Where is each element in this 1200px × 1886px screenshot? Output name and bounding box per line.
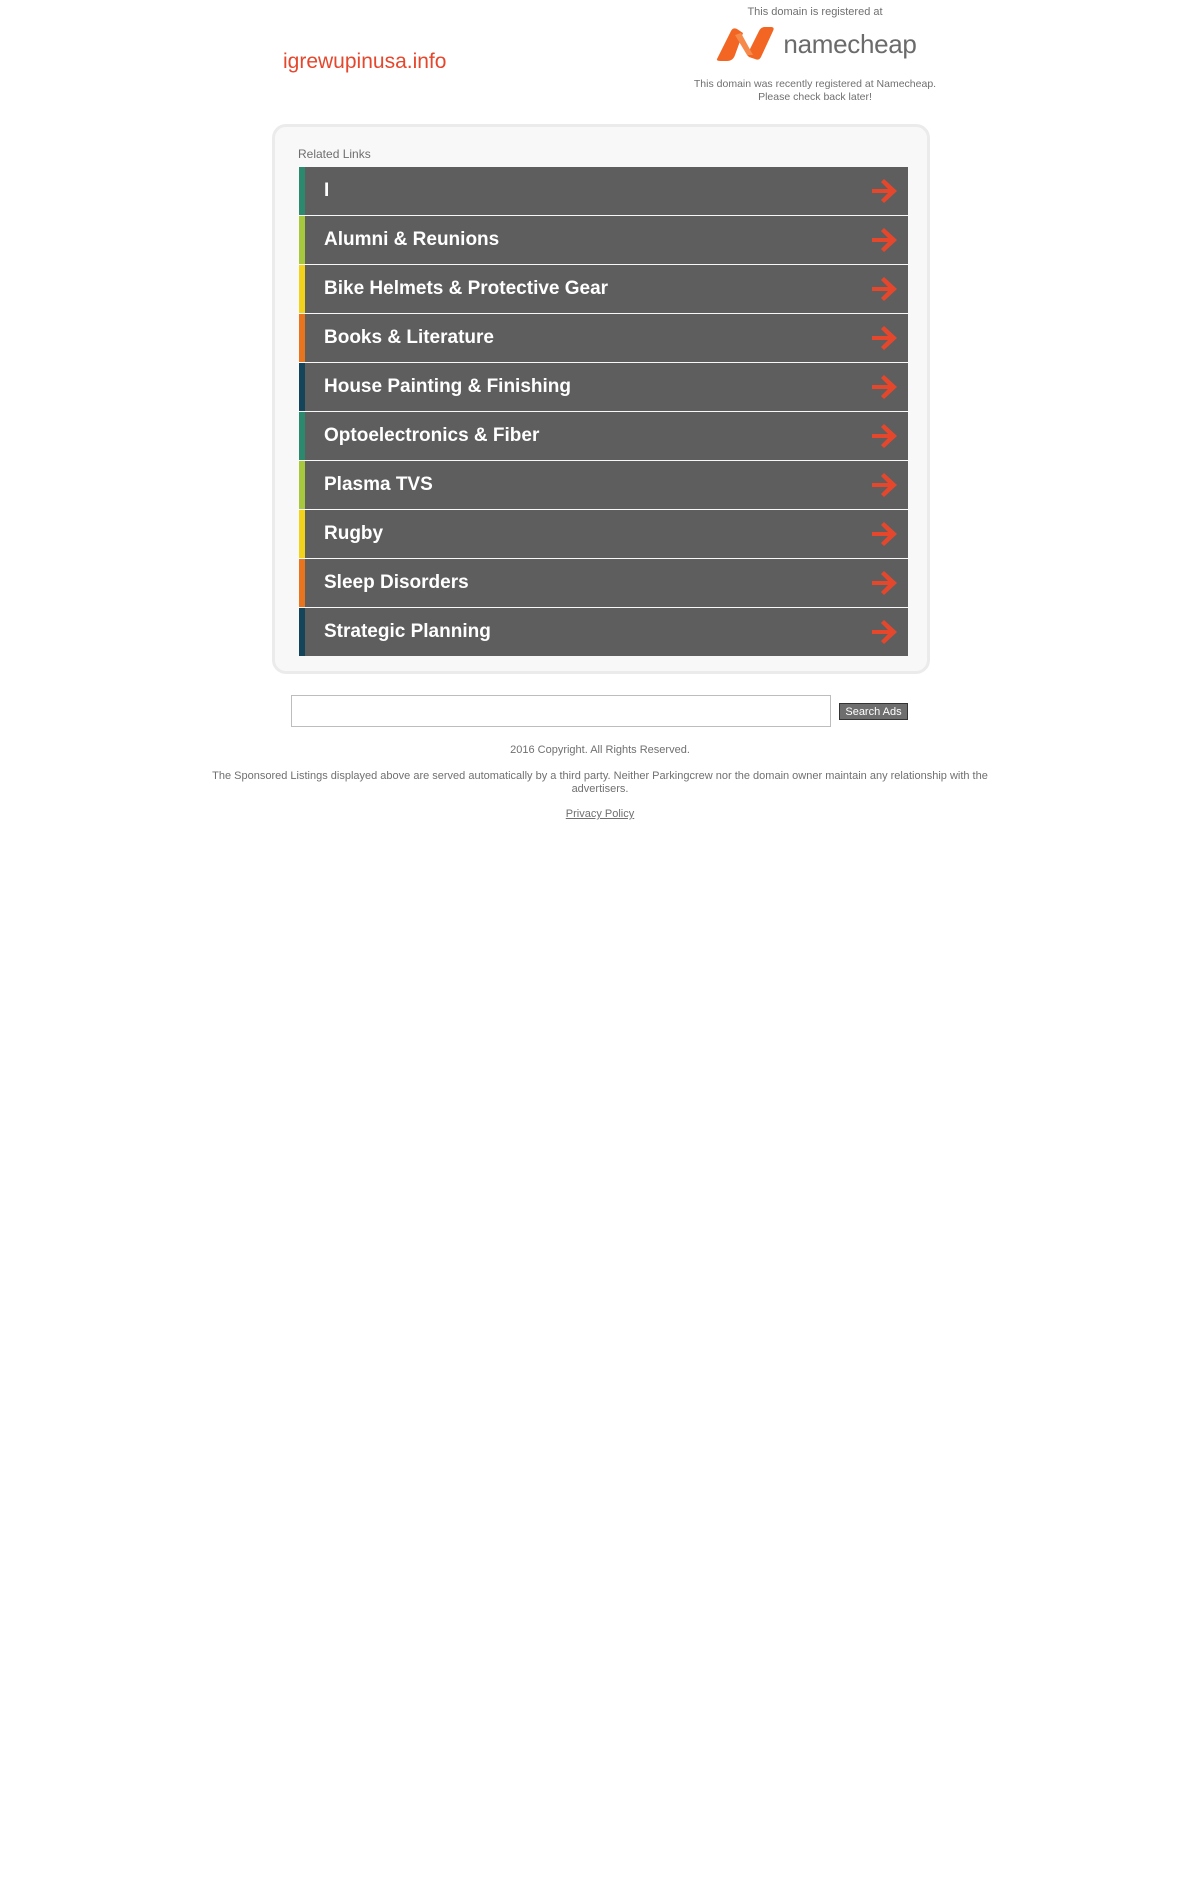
arrow-right-icon[interactable]	[870, 620, 898, 644]
link-color-stripe	[299, 461, 305, 509]
registration-notice: This domain was recently registered at N…	[680, 78, 950, 104]
related-link-label: Rugby	[324, 523, 384, 544]
arrow-right-icon[interactable]	[870, 571, 898, 595]
registrar-block: This domain is registered at namecheap T…	[680, 6, 950, 104]
related-link-item[interactable]: Alumni & Reunions	[299, 216, 908, 264]
related-links-panel: Related Links I Alumni & Reunions Bike Hel…	[272, 124, 930, 674]
arrow-right-icon[interactable]	[870, 375, 898, 399]
related-link-label: Strategic Planning	[324, 621, 491, 642]
link-color-stripe	[299, 167, 305, 215]
related-link-label: Optoelectronics & Fiber	[324, 425, 540, 446]
link-color-stripe	[299, 265, 305, 313]
domain-name-link[interactable]: igrewupinusa.info	[283, 50, 446, 74]
search-ads-button[interactable]: Search Ads	[839, 703, 908, 720]
link-color-stripe	[299, 559, 305, 607]
related-link-item[interactable]: Bike Helmets & Protective Gear	[299, 265, 908, 313]
link-color-stripe	[299, 314, 305, 362]
link-color-stripe	[299, 510, 305, 558]
link-color-stripe	[299, 412, 305, 460]
disclaimer-text: The Sponsored Listings displayed above a…	[212, 770, 988, 795]
privacy-policy-link[interactable]: Privacy Policy	[566, 808, 634, 820]
search-bar: Search Ads	[291, 695, 911, 727]
related-link-item[interactable]: Plasma TVS	[299, 461, 908, 509]
arrow-right-icon[interactable]	[870, 179, 898, 203]
related-link-label: Bike Helmets & Protective Gear	[324, 278, 609, 299]
namecheap-n-logo-icon	[717, 27, 775, 61]
arrow-right-icon[interactable]	[870, 277, 898, 301]
search-input[interactable]	[291, 695, 831, 727]
arrow-right-icon[interactable]	[870, 424, 898, 448]
link-color-stripe	[299, 608, 305, 656]
related-link-label: Plasma TVS	[324, 474, 433, 495]
notice-line-1: This domain was recently registered at N…	[693, 78, 937, 90]
privacy-policy: Privacy Policy	[0, 808, 1200, 820]
related-link-label: Books & Literature	[324, 327, 494, 348]
related-link-item[interactable]: House Painting & Finishing	[299, 363, 908, 411]
namecheap-logo[interactable]: namecheap	[680, 24, 950, 64]
related-link-item[interactable]: Optoelectronics & Fiber	[299, 412, 908, 460]
related-link-item[interactable]: Rugby	[299, 510, 908, 558]
related-link-label: Alumni & Reunions	[324, 229, 500, 250]
related-link-label: I	[324, 180, 330, 201]
arrow-right-icon[interactable]	[870, 228, 898, 252]
header: igrewupinusa.info This domain is registe…	[0, 0, 1200, 120]
notice-line-2: Please check back later!	[758, 91, 872, 103]
related-link-item[interactable]: Sleep Disorders	[299, 559, 908, 607]
related-link-item[interactable]: Strategic Planning	[299, 608, 908, 656]
registered-at-text: This domain is registered at	[747, 6, 883, 18]
related-link-item[interactable]: Books & Literature	[299, 314, 908, 362]
registrar-name: namecheap	[783, 28, 917, 59]
related-links-list: I Alumni & Reunions Bike Helmets & Protect…	[299, 167, 908, 657]
copyright-text: 2016 Copyright. All Rights Reserved.	[510, 744, 690, 756]
related-link-label: Sleep Disorders	[324, 572, 469, 593]
related-links-title: Related Links	[298, 147, 371, 161]
link-color-stripe	[299, 216, 305, 264]
arrow-right-icon[interactable]	[870, 522, 898, 546]
related-link-item[interactable]: I	[299, 167, 908, 215]
related-link-label: House Painting & Finishing	[324, 376, 571, 397]
link-color-stripe	[299, 363, 305, 411]
arrow-right-icon[interactable]	[870, 473, 898, 497]
arrow-right-icon[interactable]	[870, 326, 898, 350]
